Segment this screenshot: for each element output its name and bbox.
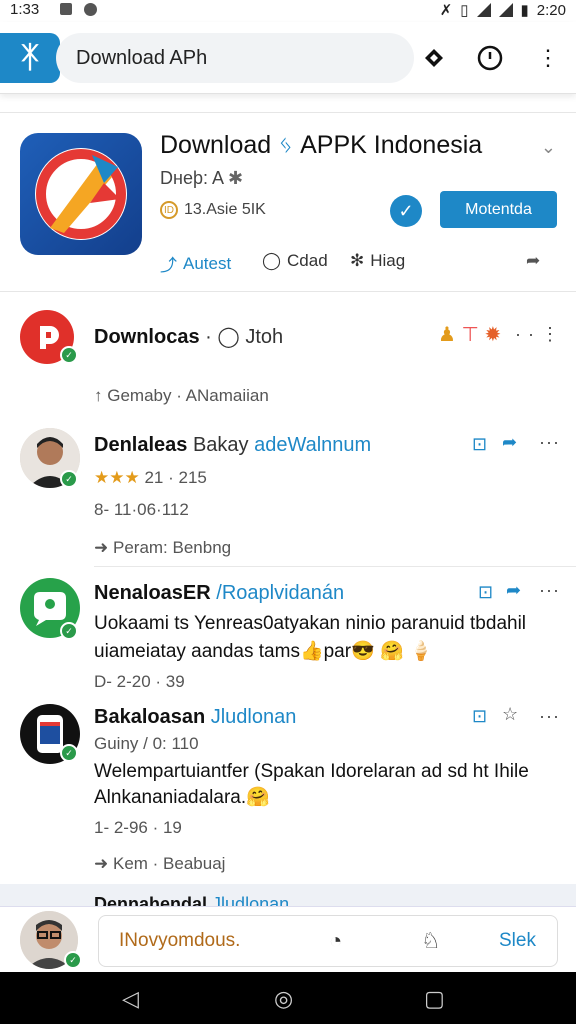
rating-stars: ★★★ <box>94 468 140 487</box>
home-icon[interactable]: ◎ <box>274 986 293 1012</box>
verified-badge-icon: ✓ <box>64 951 82 969</box>
pin-icon: ⊤ <box>461 324 479 346</box>
verified-badge-icon: ✓ <box>60 346 78 364</box>
verified-check-icon: ✓ <box>390 195 422 227</box>
browser-toolbar: ᛡ Download APh ⋮ <box>0 22 576 94</box>
post-meta: ↑ Gemaby · ANamaiian <box>94 386 269 405</box>
url-field[interactable]: Download APh <box>56 33 414 83</box>
verified-badge-icon: ✓ <box>60 622 78 640</box>
send-button[interactable]: Slek <box>499 930 536 952</box>
forward-icon[interactable]: ➦ <box>526 251 540 271</box>
post-author[interactable]: Bakaloasan Jludlonan <box>94 706 296 729</box>
post-author[interactable]: Denlaleas Bakay adeWalnnum <box>94 434 371 457</box>
chat-icon: ◯ <box>262 251 282 270</box>
post-body-line: uiameiatay aandas tams👍par😎 🤗 🍦 <box>94 641 433 662</box>
share-icon: ⤴ <box>160 256 177 275</box>
gear-icon: ✹ <box>484 324 502 346</box>
verified-badge-icon: ✓ <box>60 744 78 762</box>
forward-arrow-icon: ➜ <box>94 854 109 873</box>
mute-icon: ✗ <box>439 2 453 19</box>
comment-placeholder: INovyomdous. <box>119 930 241 951</box>
post-author[interactable]: Downlocas · ◯ Jtoh <box>94 324 283 349</box>
bookmark-icon[interactable]: ⊡ <box>478 582 493 603</box>
action-cdad[interactable]: ◯ Cdad <box>262 251 328 271</box>
post-body-line: Alnkananiadalara.🤗 <box>94 787 270 808</box>
status-bar: 1:33 ✗ ▯ ▮ 2:20 <box>0 0 576 22</box>
system-nav-bar: ◁ ◎ ▢ <box>0 972 576 1024</box>
timestamp: 8- 11·06·112 <box>94 500 189 519</box>
more-options-icon[interactable]: · · ⋮ <box>515 324 560 345</box>
star-icon[interactable]: ☆ <box>502 704 518 725</box>
list-item: ✓ Denlaleas Bakay adeWalnnum ⊡ ➦ ··· ★★★… <box>0 420 576 568</box>
action-hiag[interactable]: ✻ Hiag <box>350 251 405 271</box>
emoji-icon[interactable]: ◔ <box>329 928 342 954</box>
post-meta: Guiny / 0: 110 <box>94 734 199 753</box>
signal-icon <box>498 3 513 17</box>
post-author[interactable]: Dennahendal Jludlonan <box>94 894 289 906</box>
forward-arrow-icon: ➜ <box>94 538 109 557</box>
site-logo-icon[interactable]: ᛡ <box>0 33 60 83</box>
app-subtitle: Dнeþ: A ✱ <box>160 168 244 188</box>
puzzle-icon: ✻ <box>350 251 365 270</box>
share-icon[interactable]: ➦ <box>502 432 517 453</box>
more-options-icon[interactable]: ··· <box>539 432 560 453</box>
verified-badge-icon: ✓ <box>60 470 78 488</box>
battery-icon: ▮ <box>520 2 529 19</box>
post-rating: ★★★ 21 · 215 <box>94 468 207 487</box>
star-outline-icon: ✱ <box>228 168 244 188</box>
recents-icon[interactable]: ▢ <box>424 986 445 1012</box>
app-card: Download ᛃ APPK Indonesia ⌄ Dнeþ: A ✱ ID… <box>0 112 576 292</box>
comment-composer: ✓ INovyomdous. ◔ ♘ Slek <box>0 906 576 972</box>
chat-icon: ◯ <box>217 326 240 348</box>
app-size: ID 13.Asie 5IK <box>160 201 266 219</box>
bell-icon: ♟ <box>438 324 456 346</box>
header-post: ✓ Downlocas · ◯ Jtoh ♟ ⊤ ✹ · · ⋮ ↑ Gemab… <box>0 300 576 420</box>
app-title: Download ᛃ APPK Indonesia <box>160 131 483 159</box>
post-body-line: Welempartuiantfer (Spakan Idorelaran ad … <box>94 761 529 782</box>
action-autest[interactable]: ⤴ Autest <box>160 251 231 276</box>
post-body-line: Uokaami ts Yenreas0atyakan ninio paranui… <box>94 613 527 634</box>
install-button[interactable]: Motentda <box>440 191 557 228</box>
brand-glyph-icon: ᛃ <box>278 131 294 159</box>
diamond-icon[interactable] <box>420 44 448 72</box>
list-item: Dennahendal Jludlonan <box>0 884 576 906</box>
comment-input[interactable]: INovyomdous. ◔ ♘ Slek <box>98 915 558 967</box>
sync-icon <box>84 3 97 16</box>
share-icon[interactable]: ➦ <box>506 580 521 601</box>
timestamp: 1- 2-96 · 19 <box>94 818 182 837</box>
app-icon[interactable] <box>20 133 142 255</box>
bell-icon[interactable]: ♘ <box>421 928 441 954</box>
coin-icon: ID <box>160 201 178 219</box>
list-item: ✓ Bakaloasan Jludlonan ⊡ ☆ ··· Guiny / 0… <box>0 698 576 884</box>
list-item: ✓ NenaloasER /Roaplvidanán ⊡ ➦ ··· Uokaa… <box>0 568 576 698</box>
reaction-icons[interactable]: ♟ ⊤ ✹ <box>438 322 501 347</box>
post-footer: ➜ Peram: Benbng <box>94 538 232 557</box>
bookmark-icon[interactable]: ⊡ <box>472 706 487 727</box>
back-icon[interactable]: ◁ <box>122 986 139 1012</box>
timestamp: D- 2-20 · 39 <box>94 672 185 691</box>
more-vert-icon[interactable]: ⋮ <box>534 44 562 72</box>
status-right-time: 2:20 <box>536 1 566 19</box>
bookmark-icon[interactable]: ⊡ <box>472 434 487 455</box>
post-author[interactable]: NenaloasER /Roaplvidanán <box>94 582 344 605</box>
divider <box>94 566 576 567</box>
more-options-icon[interactable]: ··· <box>539 706 560 727</box>
status-time: 1:33 <box>10 1 40 18</box>
vibrate-icon: ▯ <box>460 2 469 19</box>
wifi-icon <box>476 3 491 17</box>
post-footer: ➜ Kem · Beabuaj <box>94 854 226 873</box>
clock-icon[interactable] <box>476 44 504 72</box>
more-options-icon[interactable]: ··· <box>539 580 560 601</box>
notification-icon <box>60 3 72 15</box>
url-text: Download APh <box>76 46 208 69</box>
chevron-down-icon[interactable]: ⌄ <box>541 137 556 158</box>
